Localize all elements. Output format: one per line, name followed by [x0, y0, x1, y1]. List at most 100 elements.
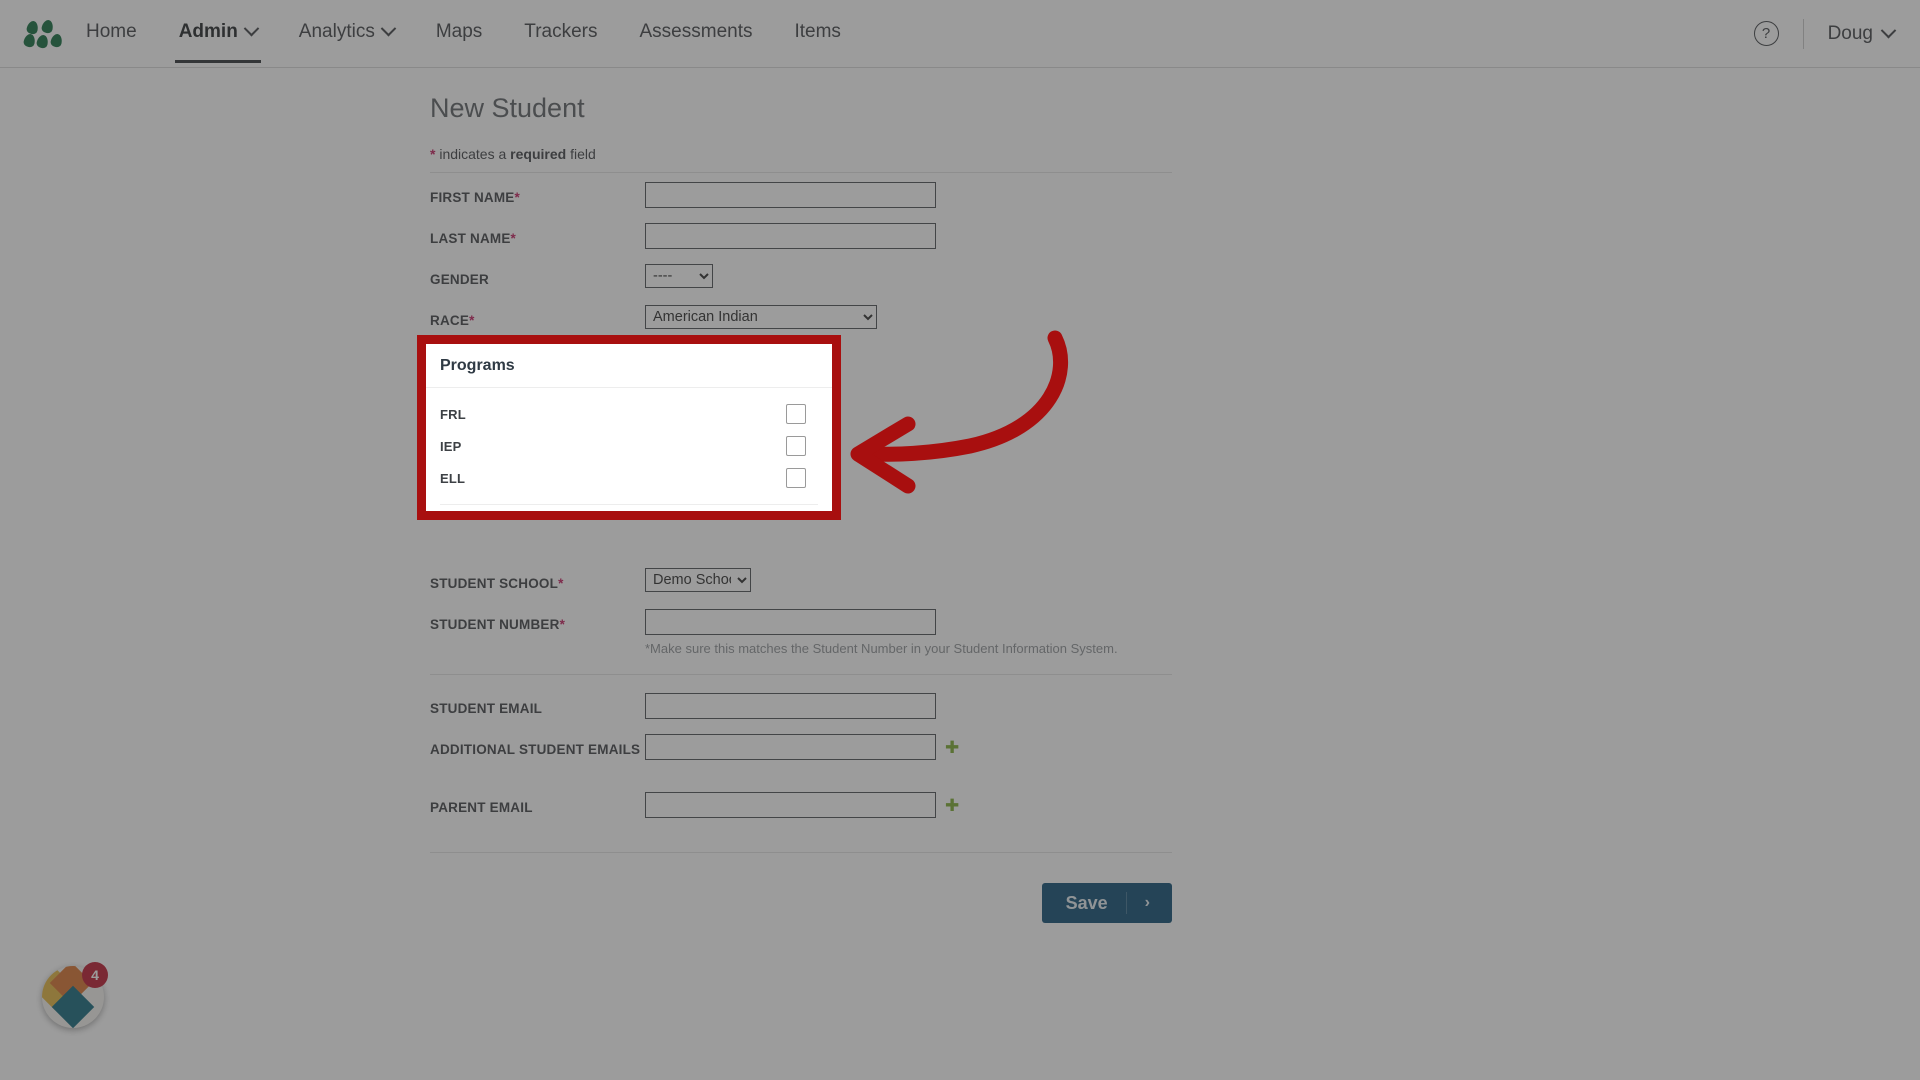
additional-student-emails-control: ✚	[645, 734, 1172, 760]
nav-item-label: Items	[794, 20, 841, 42]
programs-panel-title: Programs	[426, 344, 832, 388]
program-checkbox-frl[interactable]	[786, 404, 806, 424]
logo-leaf	[49, 32, 64, 48]
form-row-last-name: LAST NAME*	[430, 223, 1172, 255]
nav-item-analytics[interactable]: Analytics	[298, 20, 397, 47]
required-note-text-end: field	[566, 146, 596, 162]
nav-item-label: Analytics	[298, 20, 375, 42]
student-number-control: *Make sure this matches the Student Numb…	[645, 609, 1172, 656]
first-name-control	[645, 182, 1172, 208]
nav-item-label: Maps	[435, 20, 483, 42]
student-number-label: STUDENT NUMBER*	[430, 609, 645, 632]
program-checkbox-ell[interactable]	[786, 468, 806, 488]
logo-leaf	[35, 33, 50, 49]
parent-email-control: ✚	[645, 792, 1172, 818]
nav-right-group: ? Doug	[1753, 18, 1897, 49]
nav-item-label: Home	[86, 20, 137, 42]
notification-badge: 4	[82, 962, 108, 988]
last-name-input[interactable]	[645, 223, 936, 249]
nav-item-label: Trackers	[524, 20, 598, 42]
gender-select[interactable]: ----MaleFemale	[645, 264, 713, 288]
program-row-ell: ELL	[426, 462, 832, 494]
nav-item-maps[interactable]: Maps	[436, 21, 482, 47]
required-field-note: * indicates a required field	[430, 146, 1172, 173]
chevron-right-icon: ›	[1144, 894, 1150, 911]
label-text: PARENT EMAIL	[430, 800, 533, 815]
logo-leaf	[22, 32, 37, 48]
nav-item-label: Admin	[178, 20, 238, 42]
program-label: ELL	[440, 470, 466, 486]
nav-item-trackers[interactable]: Trackers	[524, 21, 597, 47]
callout-highlight-box: Programs FRL IEP ELL	[417, 335, 841, 520]
required-star: *	[559, 617, 566, 632]
required-note-bold: required	[510, 146, 567, 162]
student-number-input[interactable]	[645, 609, 936, 635]
chevron-down-icon	[380, 20, 397, 37]
label-text: STUDENT NUMBER	[430, 617, 560, 632]
save-button[interactable]: Save ›	[1041, 883, 1172, 923]
race-label: RACE*	[430, 305, 645, 328]
chevron-down-icon	[1880, 22, 1897, 39]
user-name-label: Doug	[1827, 22, 1873, 44]
required-star: *	[558, 576, 564, 591]
program-row-frl: FRL	[426, 398, 832, 430]
required-star: *	[510, 231, 517, 246]
nav-item-items[interactable]: Items	[794, 21, 840, 47]
chevron-down-icon	[243, 20, 260, 37]
first-name-label: FIRST NAME*	[430, 182, 645, 205]
form-actions: Save ›	[430, 883, 1172, 923]
nav-divider	[1802, 18, 1804, 49]
nav-item-assessments[interactable]: Assessments	[640, 21, 753, 47]
student-email-label: STUDENT EMAIL	[430, 693, 645, 716]
section-divider	[430, 852, 1172, 853]
page-content: New Student * indicates a required field…	[0, 68, 1920, 1080]
program-row-iep: IEP	[426, 430, 832, 462]
parent-email-input[interactable]	[645, 792, 936, 818]
label-text: STUDENT EMAIL	[430, 701, 543, 716]
form-row-student-email: STUDENT EMAIL	[430, 693, 1172, 725]
nav-item-home[interactable]: Home	[86, 21, 137, 47]
form-row-race: RACE* American IndianAsianBlack or Afric…	[430, 305, 1172, 337]
top-navigation-bar: Home Admin Analytics Maps Trackers Asses…	[0, 0, 1920, 68]
label-text: ADDITIONAL STUDENT EMAILS	[430, 742, 641, 757]
student-school-select[interactable]: Demo School	[645, 568, 751, 592]
race-select[interactable]: American IndianAsianBlack or African Ame…	[645, 305, 877, 329]
form-row-parent-email: PARENT EMAIL ✚	[430, 792, 1172, 824]
label-text: LAST NAME	[430, 231, 511, 246]
student-number-hint: *Make sure this matches the Student Numb…	[645, 641, 1118, 656]
leaf-logo[interactable]	[22, 18, 64, 49]
programs-panel-divider	[440, 504, 818, 505]
label-text: GENDER	[430, 272, 489, 287]
student-school-control: Demo School	[645, 568, 1172, 592]
app-root: Home Admin Analytics Maps Trackers Asses…	[0, 0, 1920, 1080]
nav-item-label: Assessments	[639, 20, 753, 42]
parent-email-label: PARENT EMAIL	[430, 792, 645, 815]
programs-list: FRL IEP ELL	[426, 388, 832, 505]
form-row-gender: GENDER ----MaleFemale	[430, 264, 1172, 296]
student-school-label: STUDENT SCHOOL*	[430, 568, 645, 591]
user-menu[interactable]: Doug	[1827, 22, 1897, 45]
student-email-control	[645, 693, 1172, 719]
additional-student-emails-input[interactable]	[645, 734, 936, 760]
first-name-input[interactable]	[645, 182, 936, 208]
label-text: FIRST NAME	[430, 190, 515, 205]
form-row-student-number: STUDENT NUMBER* *Make sure this matches …	[430, 609, 1172, 656]
label-text: STUDENT SCHOOL	[430, 576, 559, 591]
plus-icon[interactable]: ✚	[945, 739, 959, 756]
program-label: IEP	[440, 438, 462, 454]
last-name-label: LAST NAME*	[430, 223, 645, 246]
gender-label: GENDER	[430, 264, 645, 287]
program-checkbox-iep[interactable]	[786, 436, 806, 456]
save-button-label: Save	[1065, 892, 1108, 913]
form-row-student-school: STUDENT SCHOOL* Demo School	[430, 568, 1172, 600]
nav-item-admin[interactable]: Admin	[174, 20, 261, 63]
help-icon[interactable]: ?	[1753, 21, 1779, 46]
section-divider	[430, 674, 1172, 675]
plus-icon[interactable]: ✚	[945, 797, 959, 814]
required-star: *	[469, 313, 475, 328]
help-launcher-widget[interactable]: 4	[42, 962, 108, 1028]
student-email-input[interactable]	[645, 693, 936, 719]
logo-leaf	[25, 19, 40, 35]
race-control: American IndianAsianBlack or African Ame…	[645, 305, 1172, 329]
logo-leaf	[40, 18, 55, 34]
